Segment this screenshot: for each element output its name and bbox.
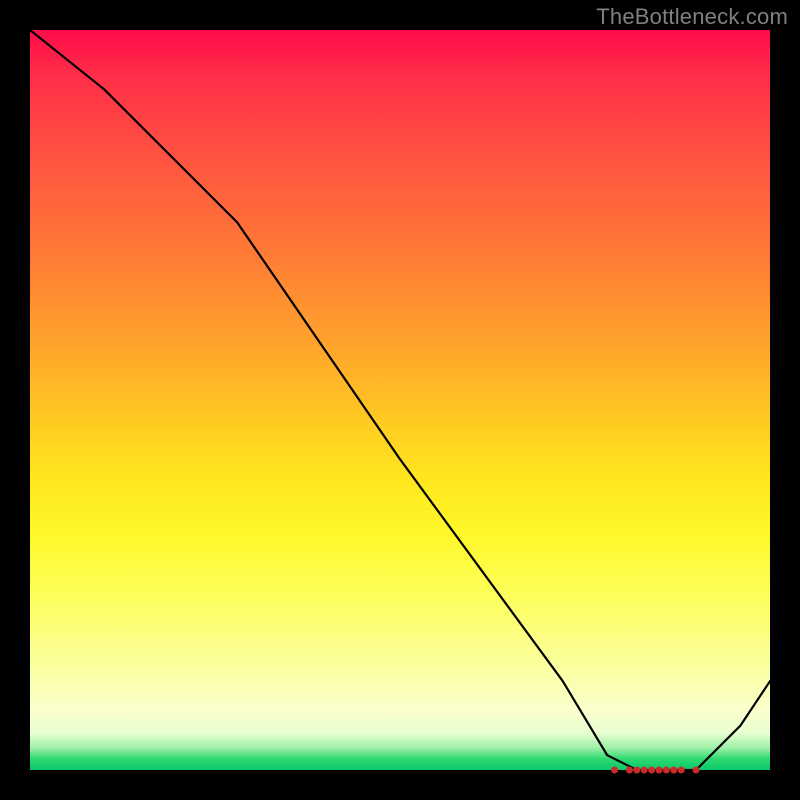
chart-frame: TheBottleneck.com — [0, 0, 800, 800]
plot-area — [30, 30, 770, 770]
chart-svg — [30, 30, 770, 770]
watermark-text: TheBottleneck.com — [596, 4, 788, 30]
bottleneck-curve — [30, 30, 770, 770]
